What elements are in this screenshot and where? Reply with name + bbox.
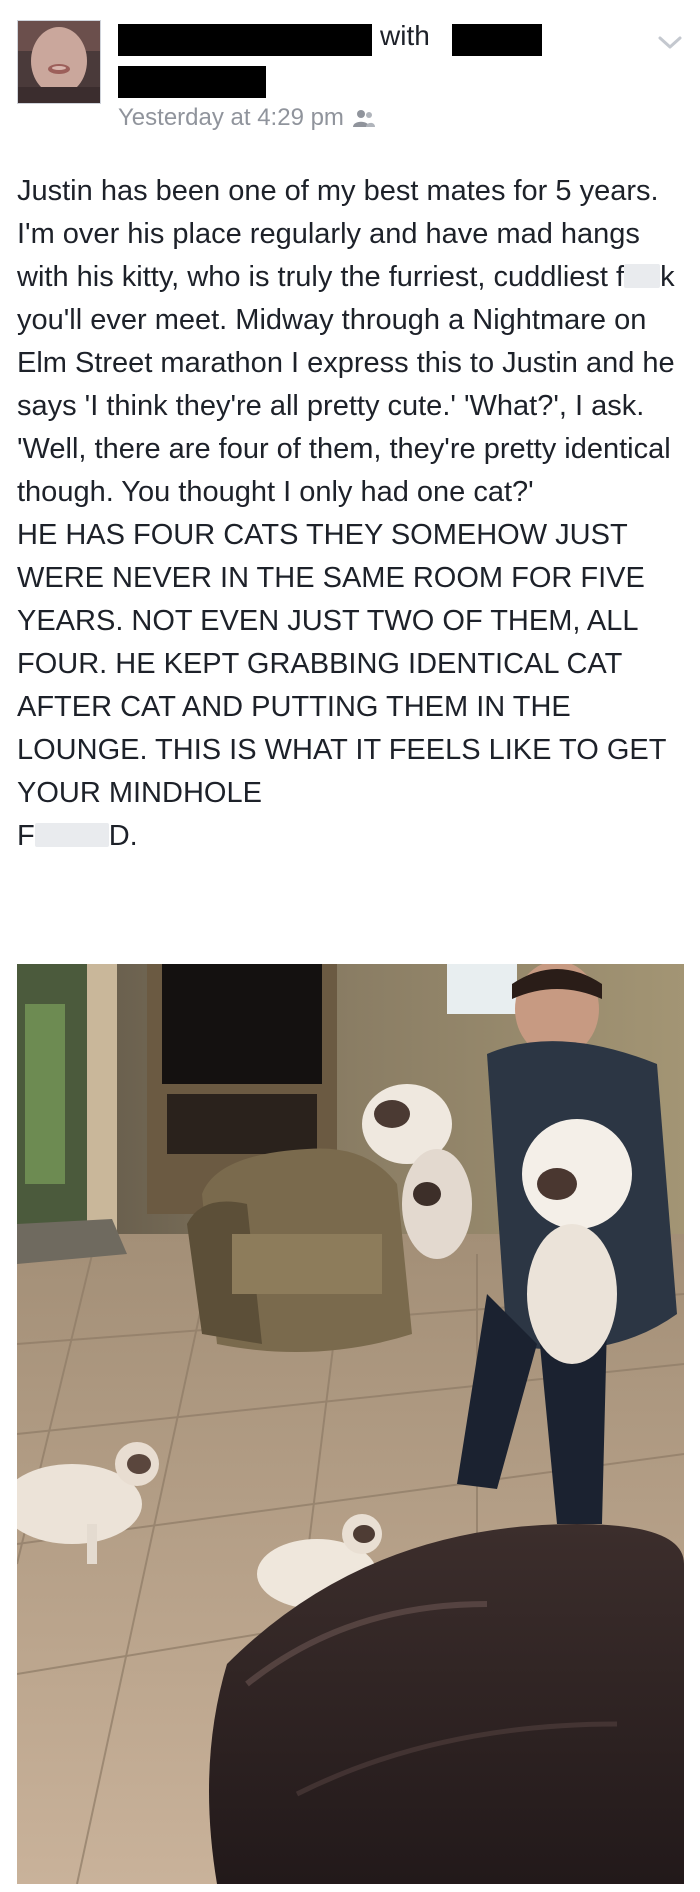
post-body: Justin has been one of my best mates for…: [17, 170, 687, 858]
post-caps-end-finish: D.: [108, 820, 138, 852]
redacted-tagged-name-continued[interactable]: [118, 66, 266, 98]
redacted-tagged-name[interactable]: [452, 24, 542, 56]
redacted-author-name[interactable]: [118, 24, 372, 56]
post-meta: Yesterday at 4:29 pm: [118, 104, 376, 132]
censor-blur: [34, 823, 109, 847]
profile-avatar[interactable]: [17, 20, 101, 104]
cats-photo-image: [17, 964, 684, 1884]
avatar-image: [18, 21, 100, 103]
censor-blur: [624, 264, 661, 288]
post-caps-text: HE HAS FOUR CATS THEY SOMEHOW JUST WERE …: [17, 519, 674, 809]
with-label: with: [380, 20, 430, 51]
post-photo[interactable]: [17, 964, 684, 1884]
timestamp[interactable]: Yesterday at 4:29 pm: [118, 104, 344, 132]
post-text-part-1: Justin has been one of my best mates for…: [17, 175, 667, 293]
friends-icon[interactable]: [352, 108, 376, 128]
chevron-down-icon[interactable]: [655, 30, 685, 54]
post-caps-end-start: F: [17, 820, 35, 852]
post-text-part-2: k you'll ever meet. Midway through a Nig…: [17, 261, 683, 508]
